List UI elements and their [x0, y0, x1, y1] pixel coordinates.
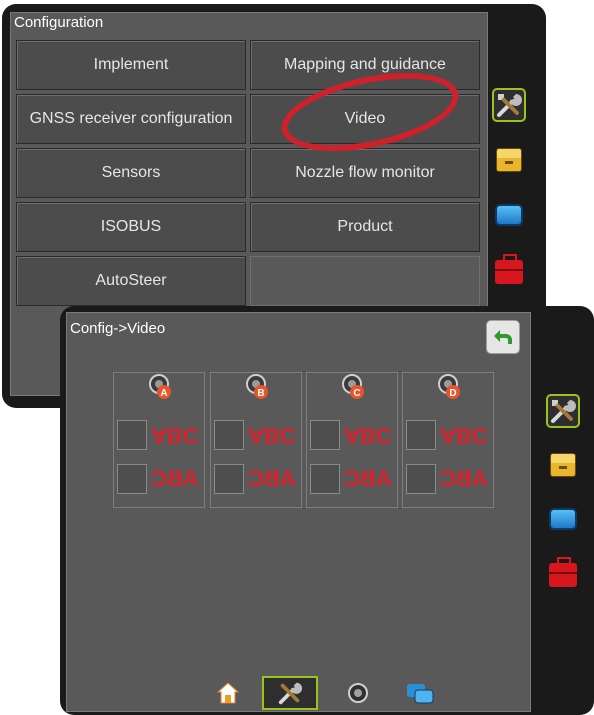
- tools-icon: [278, 682, 303, 705]
- screen-tab[interactable]: [492, 198, 526, 232]
- autosteer-button[interactable]: AutoSteer: [16, 256, 246, 306]
- camera-a-flip-vertical-checkbox[interactable]: [117, 420, 147, 450]
- camera-d-flip-vertical-label: ABC: [440, 423, 488, 448]
- home-icon: [216, 682, 240, 704]
- camera-icon: [348, 683, 368, 703]
- camera-nav-button[interactable]: [330, 676, 386, 710]
- tools-nav-button[interactable]: [262, 676, 318, 710]
- camera-b-flip-vertical-label: ABC: [248, 423, 296, 448]
- camera-d-label: D: [449, 388, 456, 399]
- empty-button-slot: [250, 256, 480, 306]
- camera-icon: D: [438, 374, 460, 399]
- camera-b-flip-vertical-checkbox[interactable]: [214, 420, 244, 450]
- tools-icon: [551, 400, 576, 423]
- toolbox-icon: [549, 557, 577, 587]
- isobus-button[interactable]: ISOBUS: [16, 202, 246, 252]
- file-box-icon: [550, 453, 576, 477]
- tools-icon: [497, 94, 522, 117]
- implement-button[interactable]: Implement: [16, 40, 246, 90]
- camera-c-flip-horizontal-checkbox[interactable]: [310, 464, 340, 494]
- home-button[interactable]: [200, 676, 256, 710]
- camera-icon: C: [342, 374, 364, 399]
- camera-c-flip-vertical-label: ABC: [344, 423, 392, 448]
- camera-icon: B: [246, 374, 268, 399]
- camera-b-flip-horizontal-checkbox[interactable]: [214, 464, 244, 494]
- video-config-title: Config->Video: [70, 320, 166, 337]
- camera-d-flip-horizontal-checkbox[interactable]: [406, 464, 436, 494]
- screens-nav-button[interactable]: [392, 676, 448, 710]
- screen-tab[interactable]: [546, 502, 580, 536]
- screen-icon: [495, 204, 523, 226]
- camera-d-flip-horizontal-label: ABC: [440, 466, 488, 491]
- camera-a-label: A: [160, 388, 167, 399]
- back-button[interactable]: [486, 320, 520, 354]
- camera-b-label: B: [257, 388, 264, 399]
- toolbox-tab[interactable]: [546, 556, 580, 590]
- camera-c-flip-horizontal-label: ABC: [344, 466, 392, 491]
- gnss-receiver-button[interactable]: GNSS receiver configuration: [16, 94, 246, 144]
- back-arrow-icon: [494, 330, 512, 344]
- sensors-button[interactable]: Sensors: [16, 148, 246, 198]
- configuration-title: Configuration: [14, 14, 104, 31]
- screens-icon: [407, 684, 434, 704]
- screen-icon: [549, 508, 577, 530]
- camera-icon: A: [149, 374, 171, 399]
- camera-a-flip-horizontal-checkbox[interactable]: [117, 464, 147, 494]
- camera-a-flip-horizontal-label: ABC: [151, 466, 199, 491]
- camera-a-flip-vertical-label: ABC: [151, 423, 199, 448]
- product-button[interactable]: Product: [250, 202, 480, 252]
- tools-tab[interactable]: [546, 394, 580, 428]
- camera-c-flip-vertical-checkbox[interactable]: [310, 420, 340, 450]
- camera-c-label: C: [353, 388, 360, 399]
- camera-d-flip-vertical-checkbox[interactable]: [406, 420, 436, 450]
- toolbox-tab[interactable]: [492, 253, 526, 287]
- file-box-icon: [496, 148, 522, 172]
- camera-b-flip-horizontal-label: ABC: [248, 466, 296, 491]
- tools-tab[interactable]: [492, 88, 526, 122]
- file-box-tab[interactable]: [492, 143, 526, 177]
- nozzle-flow-monitor-button[interactable]: Nozzle flow monitor: [250, 148, 480, 198]
- file-box-tab[interactable]: [546, 448, 580, 482]
- toolbox-icon: [495, 254, 523, 284]
